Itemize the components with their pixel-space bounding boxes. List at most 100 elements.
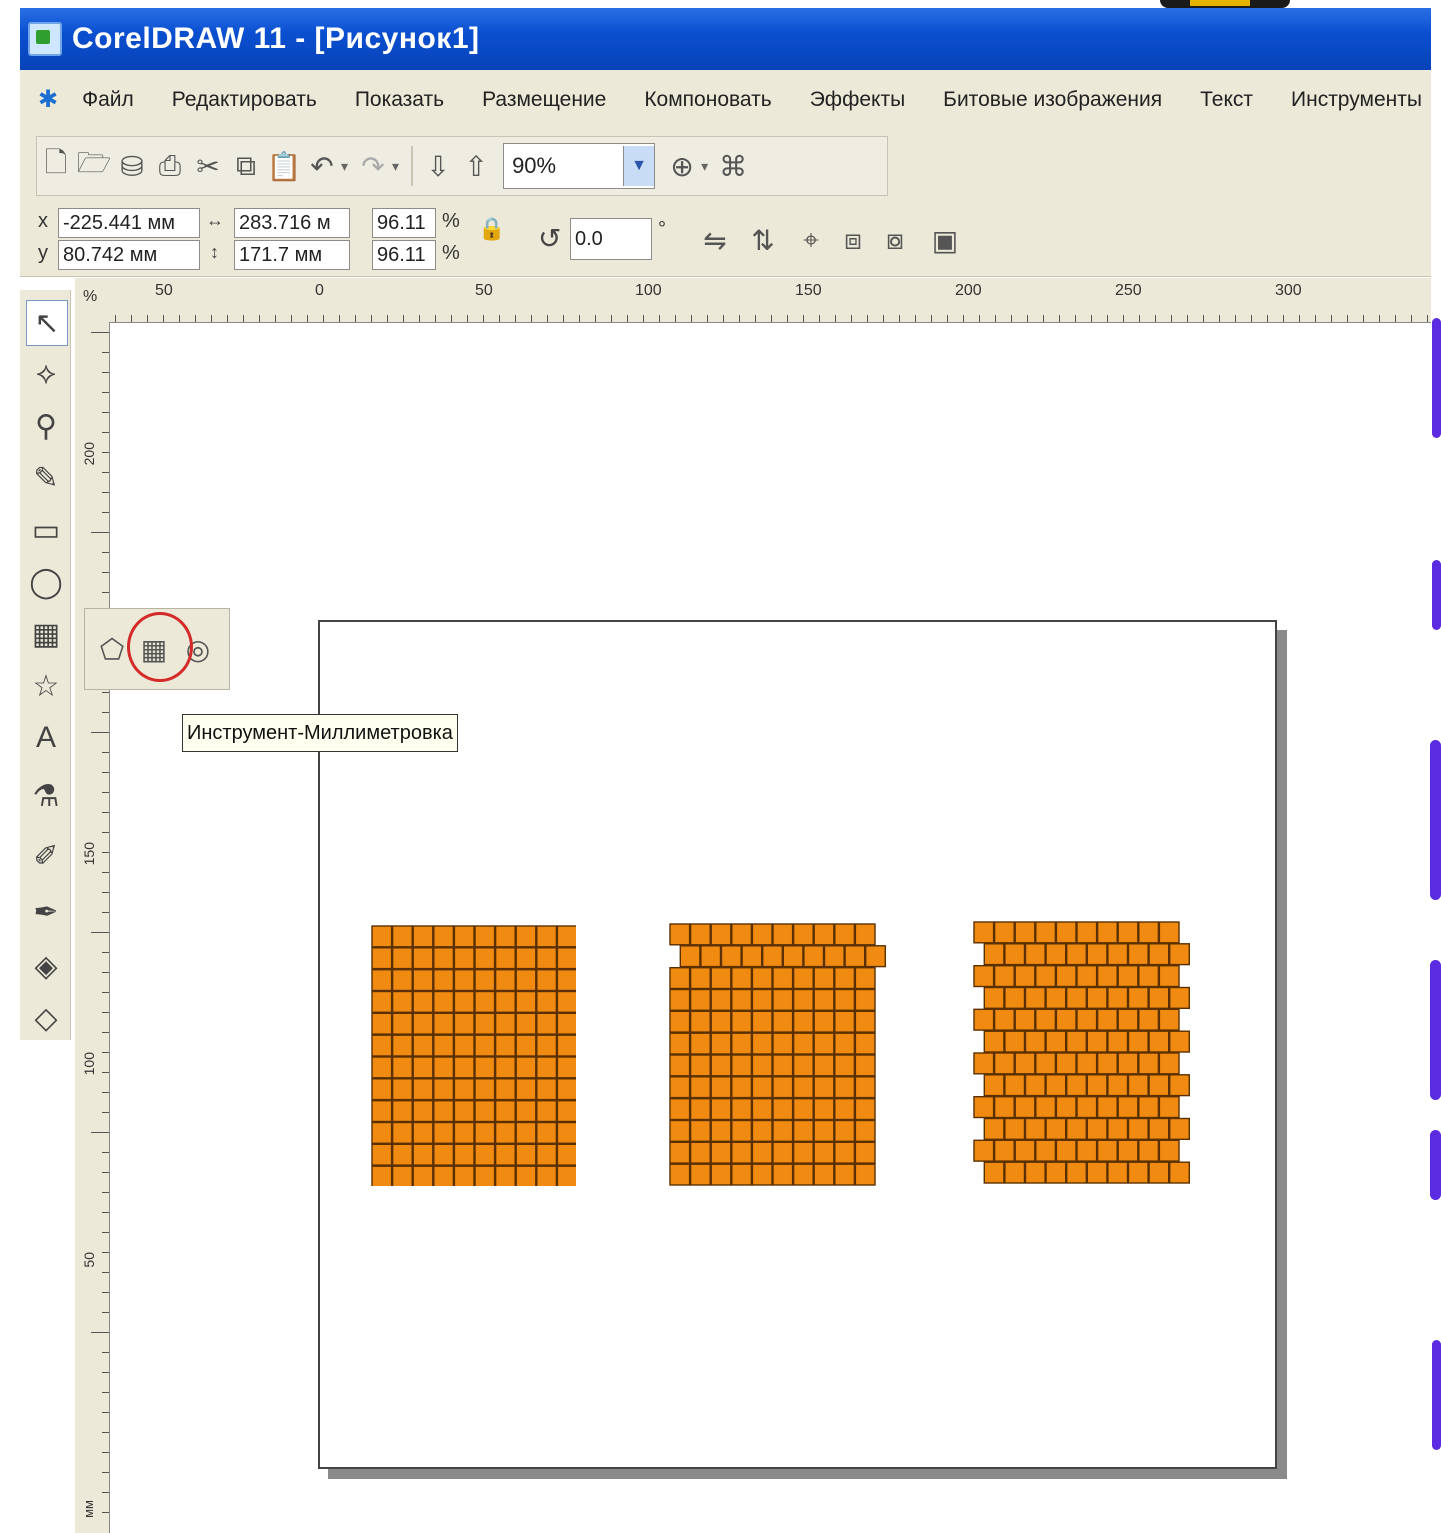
grid-cell[interactable] bbox=[792, 1076, 814, 1099]
grid-cell[interactable] bbox=[1148, 1030, 1170, 1053]
grid-cell[interactable] bbox=[494, 1056, 516, 1079]
grid-cell[interactable] bbox=[669, 1163, 691, 1186]
grid-cell[interactable] bbox=[1148, 1074, 1170, 1097]
grid-cell[interactable] bbox=[973, 1008, 995, 1031]
grid-cell[interactable] bbox=[536, 1078, 558, 1101]
grid-cell[interactable] bbox=[515, 1121, 537, 1144]
grid-cell[interactable] bbox=[710, 1076, 732, 1099]
grid-cell[interactable] bbox=[1035, 921, 1057, 944]
grid-cell[interactable] bbox=[1055, 965, 1077, 988]
grid-cell[interactable] bbox=[1096, 1139, 1118, 1162]
grid-cell[interactable] bbox=[731, 1163, 753, 1186]
grid-cell[interactable] bbox=[556, 1056, 576, 1079]
x-position-field[interactable]: -225.441 мм bbox=[58, 208, 200, 238]
grid-cell[interactable] bbox=[474, 1143, 496, 1166]
grid-cell[interactable] bbox=[669, 1010, 691, 1033]
grid-cell[interactable] bbox=[983, 1161, 1005, 1184]
grid-cell[interactable] bbox=[834, 1054, 856, 1077]
grid-cell[interactable] bbox=[412, 1099, 434, 1123]
grid-cell[interactable] bbox=[536, 1012, 558, 1035]
grid-cell[interactable] bbox=[1004, 1161, 1026, 1184]
grid-cell[interactable] bbox=[854, 1119, 876, 1142]
grid-cell[interactable] bbox=[453, 925, 475, 948]
grid-cell[interactable] bbox=[1065, 1030, 1087, 1053]
grid-cell[interactable] bbox=[536, 990, 558, 1013]
vertical-ruler[interactable]: мм 200 150 100 50 bbox=[75, 322, 110, 1533]
paste-icon[interactable]: 📋 bbox=[267, 146, 302, 186]
grid-cell[interactable] bbox=[1158, 1139, 1180, 1162]
grid-cell[interactable] bbox=[1045, 1074, 1067, 1097]
grid-cell[interactable] bbox=[731, 1097, 753, 1121]
horizontal-ruler[interactable]: % 50 0 50 100 150 200 250 300 bbox=[75, 278, 1431, 323]
grid-cell[interactable] bbox=[983, 1030, 1005, 1053]
grid-cell[interactable] bbox=[433, 1099, 455, 1123]
grid-cell[interactable] bbox=[1004, 1074, 1026, 1097]
grid-cell[interactable] bbox=[1138, 1052, 1160, 1075]
basic-shapes-tool-icon[interactable]: ☆ bbox=[26, 664, 66, 708]
polygon-graph-tool-icon[interactable]: ▦ bbox=[26, 612, 66, 656]
grid-cell[interactable] bbox=[782, 945, 804, 968]
grid-cell[interactable] bbox=[731, 967, 753, 990]
grid-cell[interactable] bbox=[1148, 943, 1170, 966]
grid-cell[interactable] bbox=[556, 947, 576, 970]
grid-cell[interactable] bbox=[1076, 965, 1098, 988]
grid-cell[interactable] bbox=[556, 1012, 576, 1035]
grid-cell[interactable] bbox=[1014, 1095, 1036, 1119]
graph-paper-grid-partly-offset[interactable] bbox=[668, 922, 904, 1192]
grid-cell[interactable] bbox=[556, 1143, 576, 1166]
grid-cell[interactable] bbox=[391, 1078, 413, 1101]
grid-cell[interactable] bbox=[983, 1074, 1005, 1097]
grid-cell[interactable] bbox=[731, 1076, 753, 1099]
grid-cell[interactable] bbox=[761, 945, 783, 968]
grid-cell[interactable] bbox=[1086, 986, 1108, 1009]
grid-cell[interactable] bbox=[474, 947, 496, 970]
grid-cell[interactable] bbox=[854, 1054, 876, 1077]
grid-cell[interactable] bbox=[720, 945, 742, 968]
grid-cell[interactable] bbox=[1076, 1095, 1098, 1119]
grid-cell[interactable] bbox=[453, 969, 475, 992]
grid-cell[interactable] bbox=[854, 1076, 876, 1099]
grid-cell[interactable] bbox=[515, 1056, 537, 1079]
grid-cell[interactable] bbox=[710, 988, 732, 1011]
corel-online-icon[interactable]: ⌘ bbox=[716, 146, 750, 186]
grid-cell[interactable] bbox=[689, 1054, 711, 1077]
grid-cell[interactable] bbox=[669, 923, 691, 946]
grid-cell[interactable] bbox=[412, 1034, 434, 1057]
grid-cell[interactable] bbox=[433, 1078, 455, 1101]
grid-cell[interactable] bbox=[556, 1165, 576, 1186]
grid-cell[interactable] bbox=[433, 1034, 455, 1057]
y-position-field[interactable]: 80.742 мм bbox=[58, 240, 200, 270]
grid-cell[interactable] bbox=[494, 969, 516, 992]
undo-dropdown-icon[interactable]: ▾ bbox=[341, 158, 348, 175]
grid-cell[interactable] bbox=[433, 990, 455, 1013]
grid-cell[interactable] bbox=[1076, 921, 1098, 944]
grid-cell[interactable] bbox=[854, 967, 876, 990]
grid-cell[interactable] bbox=[453, 1099, 475, 1123]
scale-x-field[interactable]: 96.11 bbox=[372, 208, 436, 238]
height-field[interactable]: 171.7 мм bbox=[234, 240, 350, 270]
grid-cell[interactable] bbox=[751, 988, 773, 1011]
grid-cell[interactable] bbox=[391, 1165, 413, 1186]
grid-cell[interactable] bbox=[412, 969, 434, 992]
grid-cell[interactable] bbox=[515, 969, 537, 992]
grid-cell[interactable] bbox=[474, 1165, 496, 1186]
menu-effects[interactable]: Эффекты bbox=[810, 88, 905, 112]
grid-cell[interactable] bbox=[823, 945, 845, 968]
grid-cell[interactable] bbox=[494, 1034, 516, 1057]
grid-cell[interactable] bbox=[1055, 1052, 1077, 1075]
grid-cell[interactable] bbox=[1127, 1074, 1149, 1097]
grid-cell[interactable] bbox=[1096, 1095, 1118, 1119]
grid-cell[interactable] bbox=[1035, 965, 1057, 988]
grid-cell[interactable] bbox=[1024, 1161, 1046, 1184]
grid-cell[interactable] bbox=[1065, 986, 1087, 1009]
grid-cell[interactable] bbox=[1138, 1095, 1160, 1119]
grid-cell[interactable] bbox=[834, 923, 856, 946]
grid-cell[interactable] bbox=[433, 969, 455, 992]
menu-tools[interactable]: Инструменты bbox=[1291, 88, 1422, 112]
grid-cell[interactable] bbox=[556, 1099, 576, 1123]
grid-cell[interactable] bbox=[710, 1010, 732, 1033]
grid-cell[interactable] bbox=[751, 1054, 773, 1077]
grid-cell[interactable] bbox=[689, 1032, 711, 1055]
grid-cell[interactable] bbox=[494, 925, 516, 948]
grid-cell[interactable] bbox=[834, 1097, 856, 1121]
